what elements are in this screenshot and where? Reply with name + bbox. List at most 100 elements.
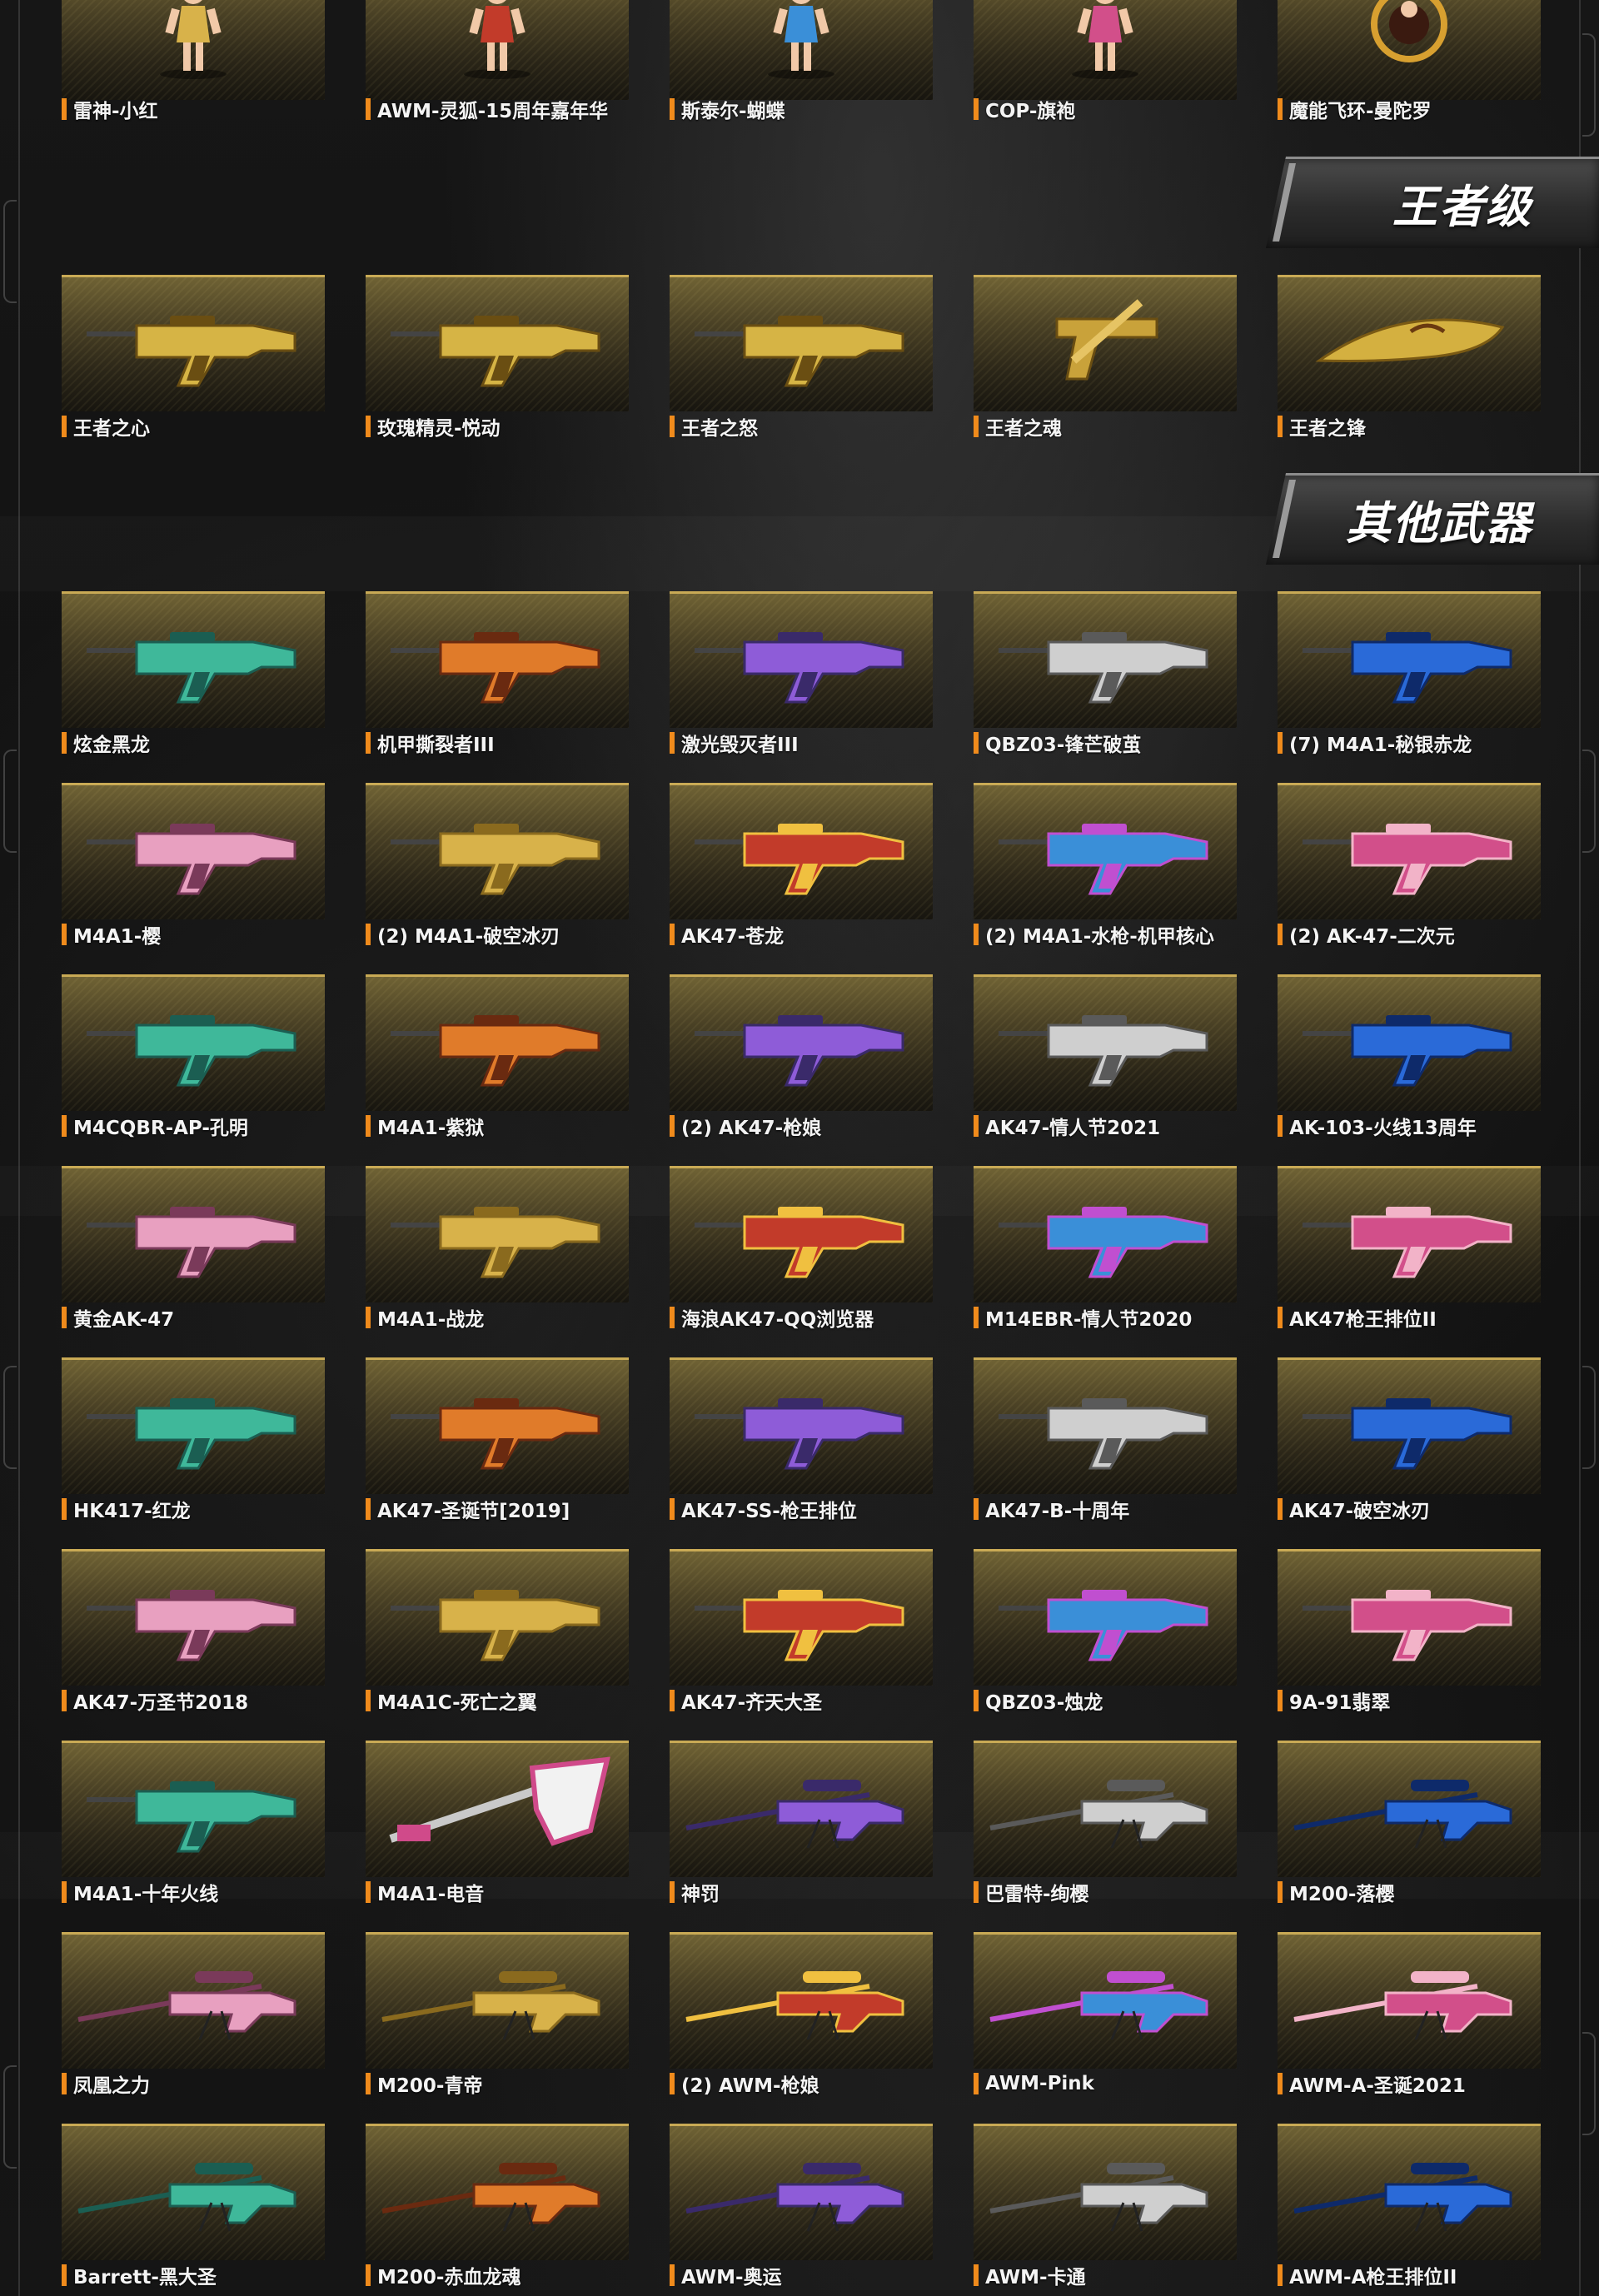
- rifle-icon: [1286, 1177, 1532, 1285]
- weapon-card[interactable]: [670, 0, 933, 100]
- weapon-card[interactable]: [1278, 1166, 1541, 1302]
- label-accent-bar: [62, 98, 67, 120]
- weapon-card[interactable]: [670, 275, 933, 411]
- weapon-card[interactable]: [62, 974, 325, 1111]
- rifle-icon: [1286, 985, 1532, 1093]
- rifle-icon: [1286, 602, 1532, 710]
- weapon-card[interactable]: [1278, 275, 1541, 411]
- weapon-card[interactable]: [62, 591, 325, 728]
- weapon-card[interactable]: [974, 0, 1237, 100]
- weapon-card[interactable]: [670, 1932, 933, 2069]
- weapon-card[interactable]: [366, 1549, 629, 1686]
- weapon-label-row: M200-落樱: [1278, 1880, 1394, 1905]
- weapon-card[interactable]: [1278, 0, 1541, 100]
- weapon-name: 魔能飞环-曼陀罗: [1289, 101, 1432, 122]
- weapon-name: M4A1-十年火线: [73, 1884, 219, 1905]
- weapon-card[interactable]: [1278, 1549, 1541, 1686]
- weapon-card[interactable]: [974, 275, 1237, 411]
- weapon-card[interactable]: [366, 974, 629, 1111]
- rifle-icon: [70, 1560, 316, 1668]
- weapon-card[interactable]: [670, 974, 933, 1111]
- weapon-card[interactable]: [366, 1741, 629, 1877]
- weapon-card[interactable]: [62, 1741, 325, 1877]
- weapon-card[interactable]: [670, 1357, 933, 1494]
- character-figure-icon: [982, 0, 1228, 82]
- label-accent-bar: [670, 732, 675, 754]
- weapon-card[interactable]: [1278, 783, 1541, 919]
- weapon-name: M4A1-紫狱: [377, 1118, 485, 1139]
- weapon-name: AK47-万圣节2018: [73, 1692, 249, 1714]
- weapon-card[interactable]: [366, 591, 629, 728]
- weapon-card[interactable]: [1278, 1357, 1541, 1494]
- rifle-icon: [678, 1560, 924, 1668]
- weapon-card[interactable]: [62, 0, 325, 100]
- weapon-name: AK47-圣诞节[2019]: [377, 1501, 570, 1522]
- weapon-card[interactable]: [974, 1741, 1237, 1877]
- golden-rifle-icon: [678, 286, 924, 394]
- label-accent-bar: [62, 1881, 67, 1903]
- weapon-name: 机甲撕裂者III: [377, 735, 495, 756]
- label-accent-bar: [974, 1881, 979, 1903]
- weapon-card[interactable]: [366, 2124, 629, 2260]
- weapon-name: (2) AWM-枪娘: [681, 2075, 819, 2097]
- label-accent-bar: [1278, 924, 1283, 945]
- weapon-name: (2) M4A1-破空冰刃: [377, 926, 560, 948]
- weapon-card[interactable]: [670, 783, 933, 919]
- weapon-name: M4A1C-死亡之翼: [377, 1692, 537, 1714]
- weapon-card[interactable]: [974, 1932, 1237, 2069]
- weapon-card[interactable]: [1278, 1932, 1541, 2069]
- weapon-card[interactable]: [974, 1166, 1237, 1302]
- weapon-name: 雷神-小红: [73, 101, 158, 122]
- weapon-card[interactable]: [1278, 2124, 1541, 2260]
- label-accent-bar: [366, 1498, 371, 1520]
- weapon-card[interactable]: [62, 1357, 325, 1494]
- rail-notch: [3, 200, 17, 303]
- weapon-label-row: AK47枪王排位II: [1278, 1305, 1437, 1331]
- weapon-card[interactable]: [974, 783, 1237, 919]
- weapon-card[interactable]: [62, 1166, 325, 1302]
- weapon-name: AK47-SS-枪王排位: [681, 1501, 857, 1522]
- weapon-card[interactable]: [974, 974, 1237, 1111]
- weapon-card[interactable]: [62, 1549, 325, 1686]
- weapon-card[interactable]: [62, 2124, 325, 2260]
- weapon-card[interactable]: [974, 591, 1237, 728]
- weapon-card[interactable]: [366, 1166, 629, 1302]
- weapon-name: M4A1-战龙: [377, 1309, 485, 1331]
- rifle-icon: [678, 794, 924, 902]
- weapon-card[interactable]: [1278, 1741, 1541, 1877]
- weapon-card[interactable]: [670, 1741, 933, 1877]
- rail-notch: [3, 1366, 17, 1469]
- weapon-card[interactable]: [366, 1357, 629, 1494]
- weapon-card[interactable]: [670, 591, 933, 728]
- weapon-card[interactable]: [62, 783, 325, 919]
- sniper-rifle-icon: [678, 2134, 924, 2243]
- weapon-card[interactable]: [974, 2124, 1237, 2260]
- weapon-card[interactable]: [366, 0, 629, 100]
- weapon-card[interactable]: [1278, 591, 1541, 728]
- weapon-label-row: HK417-红龙: [62, 1497, 191, 1522]
- weapon-card[interactable]: [974, 1357, 1237, 1494]
- weapon-card[interactable]: [1278, 974, 1541, 1111]
- weapon-name: (2) AK-47-二次元: [1289, 926, 1455, 948]
- weapon-card[interactable]: [366, 275, 629, 411]
- weapon-label-row: M4A1-战龙: [366, 1305, 485, 1331]
- weapon-card[interactable]: [670, 1166, 933, 1302]
- weapon-card[interactable]: [670, 1549, 933, 1686]
- weapon-name: AWM-A枪王排位II: [1289, 2267, 1457, 2289]
- rifle-icon: [374, 602, 620, 710]
- weapon-card[interactable]: [670, 2124, 933, 2260]
- weapon-card[interactable]: [974, 1549, 1237, 1686]
- weapon-label-row: (2) M4A1-破空冰刃: [366, 922, 560, 948]
- weapon-label-row: 雷神-小红: [62, 97, 158, 122]
- weapon-name: HK417-红龙: [73, 1501, 191, 1522]
- weapon-card[interactable]: [366, 783, 629, 919]
- weapon-name: AK47枪王排位II: [1289, 1309, 1437, 1331]
- weapon-card[interactable]: [62, 275, 325, 411]
- weapon-card[interactable]: [366, 1932, 629, 2069]
- weapon-card[interactable]: [62, 1932, 325, 2069]
- weapon-label-row: 魔能飞环-曼陀罗: [1278, 97, 1432, 122]
- weapon-label-row: AK47-苍龙: [670, 922, 784, 948]
- weapon-name: AWM-灵狐-15周年嘉年华: [377, 101, 609, 122]
- rifle-icon: [374, 794, 620, 902]
- label-accent-bar: [670, 2073, 675, 2094]
